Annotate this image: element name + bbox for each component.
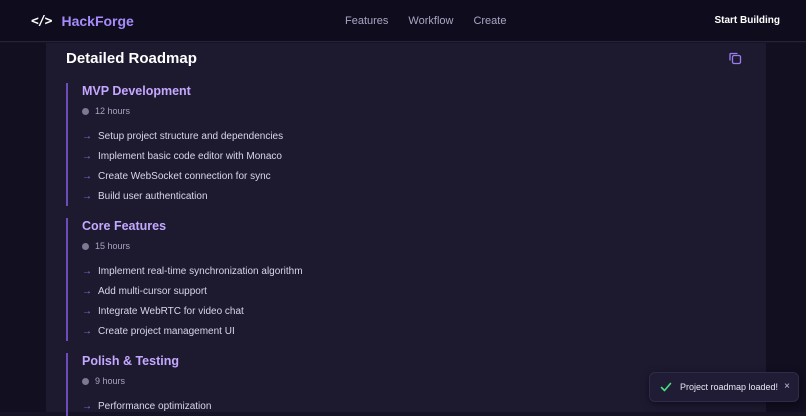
task-text: Create project management UI (98, 325, 235, 337)
phase-title: Core Features (82, 219, 167, 233)
task-item: → Add multi-cursor support (82, 281, 666, 301)
arrow-right-icon: → (82, 170, 92, 182)
task-list: → Setup project structure and dependencie… (82, 126, 666, 206)
task-text: Setup project structure and dependencies (98, 130, 284, 142)
task-text: Performance optimization (98, 400, 212, 412)
phase-title: Polish & Testing (82, 354, 179, 368)
left-gutter (0, 43, 46, 412)
arrow-right-icon: → (82, 190, 92, 202)
phase-duration: 9 hours (82, 375, 666, 387)
brand-logo[interactable]: </> HackForge (31, 13, 134, 29)
phase-title: MVP Development (82, 84, 191, 98)
task-item: → Implement basic code editor with Monaco (82, 146, 666, 166)
roadmap-panel: Detailed Roadmap MVP Development 12 hour… (46, 43, 766, 416)
duration-text: 12 hours (95, 106, 131, 116)
nav-link-create[interactable]: Create (473, 15, 506, 27)
task-text: Create WebSocket connection for sync (98, 170, 271, 182)
nav-link-features[interactable]: Features (345, 15, 388, 27)
clock-icon (82, 107, 89, 115)
arrow-right-icon: → (82, 325, 92, 337)
arrow-right-icon: → (82, 305, 92, 317)
copy-icon[interactable] (728, 51, 742, 65)
task-text: Implement basic code editor with Monaco (98, 150, 282, 162)
task-item: → Performance optimization (82, 396, 666, 416)
clock-icon (82, 377, 89, 385)
close-icon[interactable]: × (784, 381, 790, 392)
arrow-right-icon: → (82, 265, 92, 277)
task-item: → Build user authentication (82, 186, 666, 206)
task-item: → Create project management UI (82, 321, 666, 341)
task-item: → Implement real-time synchronization alg… (82, 261, 666, 281)
nav-link-workflow[interactable]: Workflow (408, 15, 453, 27)
duration-text: 9 hours (95, 376, 126, 386)
task-list: → Implement real-time synchronization alg… (82, 261, 666, 341)
code-icon: </> (31, 13, 53, 29)
duration-text: 15 hours (95, 241, 131, 251)
task-text: Integrate WebRTC for video chat (98, 305, 244, 317)
top-navbar: </> HackForge Features Workflow Create S… (0, 0, 806, 42)
arrow-right-icon: → (82, 150, 92, 162)
task-item: → Setup project structure and dependencie… (82, 126, 666, 146)
task-text: Build user authentication (98, 190, 208, 202)
phase-section: MVP Development 12 hours → Setup project … (66, 83, 666, 206)
page-title: Detailed Roadmap (66, 50, 197, 67)
phase-duration: 12 hours (82, 105, 666, 117)
nav-links: Features Workflow Create (345, 15, 506, 27)
toast-notification: Project roadmap loaded! × (649, 372, 799, 402)
phase-duration: 15 hours (82, 240, 666, 252)
task-list: → Performance optimization (82, 396, 666, 416)
phase-section: Core Features 15 hours → Implement real-t… (66, 218, 666, 341)
task-item: → Create WebSocket connection for sync (82, 166, 666, 186)
task-text: Implement real-time synchronization algo… (98, 265, 303, 277)
phase-section: Polish & Testing 9 hours → Performance op… (66, 353, 666, 416)
task-item: → Integrate WebRTC for video chat (82, 301, 666, 321)
arrow-right-icon: → (82, 285, 92, 297)
toast-message: Project roadmap loaded! (680, 382, 779, 392)
start-building-button[interactable]: Start Building (714, 15, 780, 26)
arrow-right-icon: → (82, 130, 92, 142)
task-text: Add multi-cursor support (98, 285, 207, 297)
check-icon (660, 382, 672, 392)
right-gutter (766, 43, 806, 412)
brand-name: HackForge (61, 13, 134, 29)
arrow-right-icon: → (82, 400, 92, 412)
clock-icon (82, 242, 89, 250)
